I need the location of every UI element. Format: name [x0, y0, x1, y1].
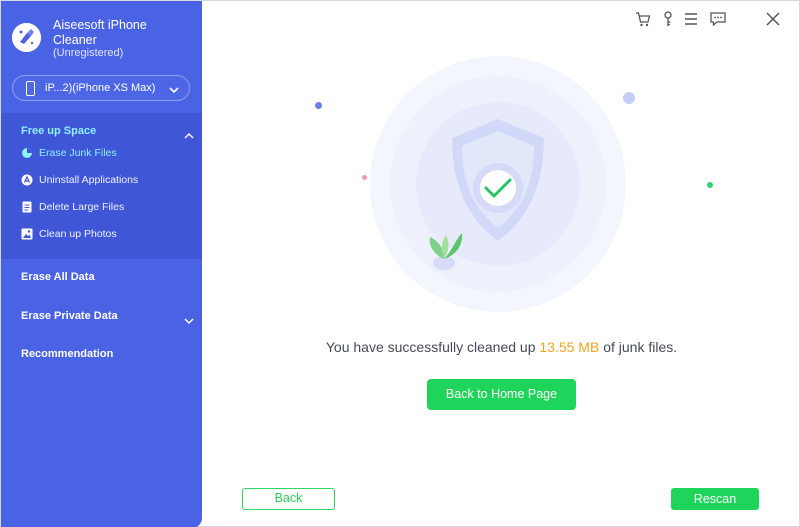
app-name: Aiseesoft iPhone Cleaner — [53, 18, 147, 47]
success-prefix: You have successfully cleaned up — [325, 339, 536, 355]
decor-dot — [362, 175, 367, 180]
decor-dot — [623, 92, 635, 104]
sidebar-item-label: Uninstall Applications — [39, 174, 139, 186]
sidebar-group-erase-all-data[interactable]: Erase All Data — [21, 271, 95, 283]
sidebar-item-erase-junk-files[interactable]: Erase Junk Files — [21, 146, 191, 162]
decor-dot — [707, 182, 713, 188]
success-illustration — [202, 1, 800, 331]
device-label: iP...2)(iPhone XS Max) — [45, 82, 156, 94]
photo-icon — [21, 228, 33, 240]
sidebar-group-recommendation[interactable]: Recommendation — [21, 348, 113, 360]
chevron-down-icon — [169, 82, 179, 100]
chevron-down-icon[interactable] — [184, 312, 194, 330]
app-brand: Aiseesoft iPhone Cleaner (Unregistered) — [12, 15, 197, 65]
group-free-up-space: Free up Space Erase Junk Files Uninstall… — [1, 113, 202, 259]
sidebar-item-label: Erase Junk Files — [39, 147, 117, 159]
app-store-icon — [21, 174, 33, 186]
pie-chart-icon — [21, 147, 33, 159]
sidebar: Aiseesoft iPhone Cleaner (Unregistered) … — [1, 1, 202, 527]
device-selector[interactable]: iP...2)(iPhone XS Max) — [12, 75, 190, 101]
success-suffix: of junk files. — [603, 339, 678, 355]
sidebar-group-erase-private-data[interactable]: Erase Private Data — [21, 310, 118, 322]
cleaned-amount: 13.55 MB — [539, 339, 600, 355]
file-icon — [21, 201, 33, 213]
decor-dot — [315, 102, 322, 109]
sidebar-item-delete-large-files[interactable]: Delete Large Files — [21, 200, 191, 216]
back-to-home-button[interactable]: Back to Home Page — [427, 379, 576, 410]
success-message: You have successfully cleaned up 13.55 M… — [202, 339, 800, 355]
app-logo-icon — [12, 23, 41, 52]
sidebar-item-uninstall-applications[interactable]: Uninstall Applications — [21, 173, 191, 189]
back-button[interactable]: Back — [242, 488, 335, 510]
app-window: Aiseesoft iPhone Cleaner (Unregistered) … — [0, 0, 800, 527]
phone-icon — [26, 81, 35, 96]
sidebar-item-label: Clean up Photos — [39, 228, 117, 240]
sidebar-item-clean-up-photos[interactable]: Clean up Photos — [21, 227, 191, 243]
sidebar-group-free-up-space[interactable]: Free up Space — [21, 125, 96, 137]
chevron-up-icon[interactable] — [184, 127, 194, 145]
rescan-button[interactable]: Rescan — [671, 488, 759, 510]
sidebar-item-label: Delete Large Files — [39, 201, 125, 213]
registration-status: (Unregistered) — [53, 47, 124, 59]
